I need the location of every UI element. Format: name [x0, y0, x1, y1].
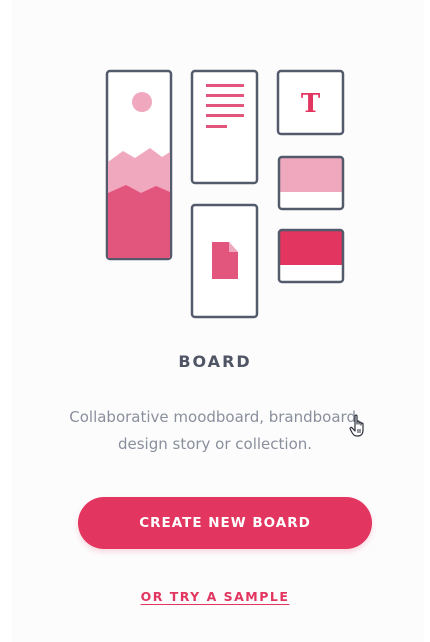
- board-title: BOARD: [178, 352, 252, 371]
- text-tile: [190, 69, 259, 185]
- image-tile: [105, 69, 173, 261]
- board-description: Collaborative moodboard, brandboard, des…: [69, 408, 361, 453]
- typography-letter: T: [301, 89, 321, 119]
- file-tile: [190, 203, 259, 319]
- swatch-tile-light: [277, 155, 345, 211]
- try-sample-link[interactable]: OR TRY A SAMPLE: [141, 589, 290, 604]
- swatch-tile-dark: [277, 228, 345, 284]
- board-illustration: T: [105, 69, 345, 319]
- typography-tile: T: [276, 69, 345, 136]
- create-new-board-button[interactable]: CREATE NEW BOARD: [78, 497, 372, 549]
- sun-icon: [132, 92, 152, 112]
- mountain-front: [108, 185, 170, 258]
- hand-pointer-icon: [349, 414, 364, 437]
- sample-link-container: OR TRY A SAMPLE: [0, 586, 430, 605]
